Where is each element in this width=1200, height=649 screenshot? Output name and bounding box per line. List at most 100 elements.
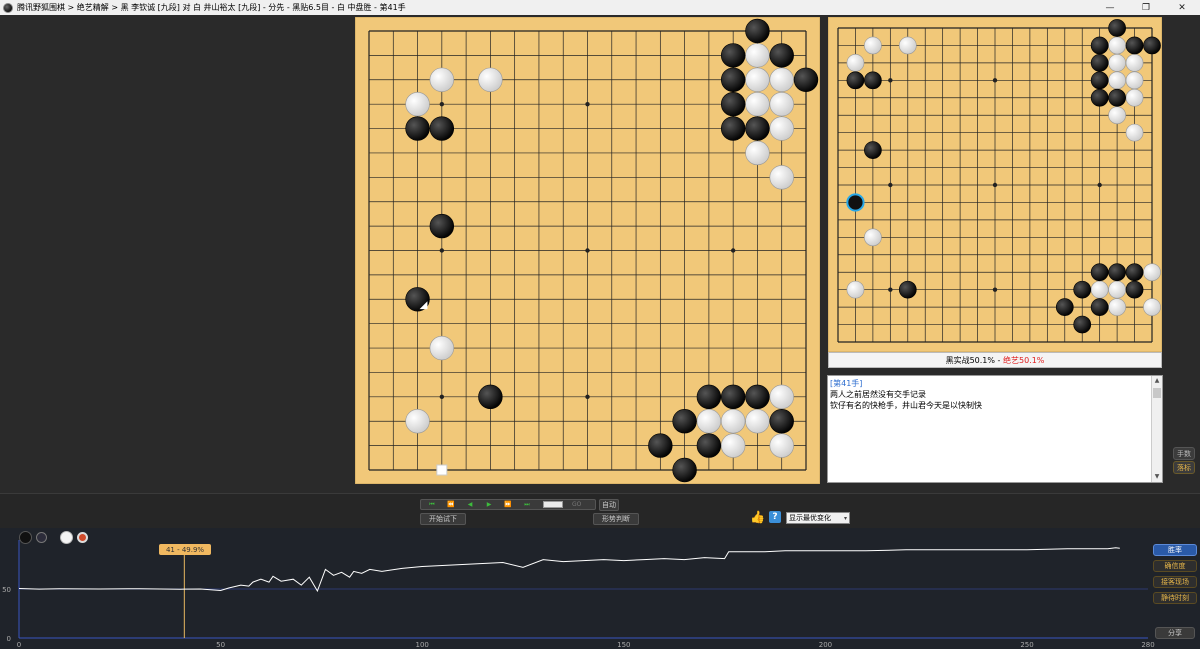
move-navigation[interactable]: ⏮ ⏪ ◀ ▶ ⏩ ⏭ GO — [420, 499, 596, 510]
white-stone — [769, 116, 794, 141]
white-stone — [720, 409, 746, 434]
comment-box[interactable]: [第41手] 两人之前居然没有交手记录 钦仔有名的快枪手，井山君今天是以快制快 … — [827, 375, 1163, 483]
x-tick-label: 200 — [819, 641, 832, 649]
black-stone — [1090, 263, 1109, 282]
y-tick-label: 50 — [2, 586, 11, 594]
thumbs-up-icon[interactable]: 👍 — [750, 510, 765, 524]
confidence-button[interactable]: 确信度 — [1153, 560, 1197, 572]
x-tick-label: 0 — [17, 641, 21, 649]
black-stone — [1073, 315, 1092, 334]
black-stone — [429, 213, 455, 239]
black-stone — [672, 409, 697, 434]
black-stone — [429, 116, 455, 141]
win-rate-button[interactable]: 胜率 — [1153, 544, 1197, 556]
white-stone — [1143, 298, 1161, 316]
main-go-board[interactable] — [355, 17, 820, 484]
comment-scrollbar[interactable]: ▲ ▼ — [1151, 376, 1162, 482]
black-stone — [648, 433, 673, 458]
rewind-icon[interactable]: ⏪ — [446, 500, 456, 509]
white-stone — [1090, 280, 1109, 299]
share-button[interactable]: 分享 — [1155, 627, 1195, 639]
last-move-icon[interactable]: ⏭ — [522, 500, 532, 509]
star-point — [888, 78, 893, 83]
close-button[interactable]: ✕ — [1164, 0, 1200, 15]
suggested-move-marker — [846, 193, 865, 212]
white-stone — [864, 228, 882, 247]
main-board-svg[interactable] — [355, 17, 820, 484]
black-stone — [745, 18, 770, 44]
black-stone — [769, 43, 794, 68]
star-point — [1097, 182, 1102, 188]
app-logo-icon — [3, 2, 13, 13]
star-point — [585, 101, 590, 107]
next-move-icon[interactable]: ▶ — [484, 500, 494, 509]
try-play-button[interactable]: 开始试下 — [420, 513, 466, 525]
black-stone — [1125, 280, 1144, 299]
scroll-thumb[interactable] — [1153, 388, 1161, 398]
prev-move-icon[interactable]: ◀ — [465, 500, 475, 509]
star-point — [888, 182, 893, 188]
comment-line: 两人之前居然没有交手记录 — [830, 390, 926, 399]
fast-forward-icon[interactable]: ⏩ — [503, 500, 513, 509]
black-stone — [793, 67, 819, 92]
variation-select[interactable]: 显示最优变化 ▾ — [786, 512, 850, 524]
white-stone — [720, 433, 746, 458]
black-stone — [720, 91, 746, 117]
scroll-down-icon[interactable]: ▼ — [1152, 472, 1162, 482]
minimize-button[interactable]: — — [1092, 0, 1128, 15]
marker-label: 41 - 49.9% — [159, 544, 211, 555]
star-point — [992, 182, 998, 188]
scroll-up-icon[interactable]: ▲ — [1152, 376, 1162, 386]
white-stone — [429, 335, 455, 361]
white-stone — [405, 409, 430, 434]
star-point — [992, 287, 998, 292]
black-stone — [1090, 54, 1109, 72]
move-numbers-button[interactable]: 手数 — [1173, 447, 1195, 460]
ai-board-svg[interactable] — [828, 17, 1162, 352]
black-stone — [1073, 280, 1092, 299]
black-stone — [1090, 298, 1109, 316]
live-button[interactable]: 接客现场 — [1153, 576, 1197, 588]
black-stone — [864, 71, 882, 90]
white-stone — [696, 409, 722, 434]
star-point — [730, 248, 736, 253]
variation-select-value: 显示最优变化 — [789, 514, 831, 522]
waiting-button[interactable]: 静待时刻 — [1153, 592, 1197, 604]
move-number-input[interactable] — [543, 501, 563, 508]
white-stone — [769, 165, 794, 190]
status-separator: - — [995, 355, 1003, 365]
white-stone — [429, 67, 455, 92]
stone-marks-button[interactable]: 落标 — [1173, 461, 1195, 474]
black-stone — [745, 384, 770, 410]
ai-go-board[interactable] — [828, 17, 1162, 352]
y-tick-label: 0 — [7, 635, 11, 643]
black-stone — [1143, 36, 1161, 55]
maximize-button[interactable]: ❐ — [1128, 0, 1164, 15]
white-stone — [1108, 54, 1126, 72]
x-tick-label: 250 — [1020, 641, 1033, 649]
auto-play-button[interactable]: 自动 — [599, 499, 619, 511]
black-stone — [1090, 36, 1109, 55]
star-point — [992, 78, 998, 83]
black-stone — [1108, 88, 1126, 107]
white-stone — [769, 91, 794, 117]
white-stone — [405, 91, 430, 117]
situation-judge-button[interactable]: 形势判断 — [593, 513, 639, 525]
white-stone — [478, 67, 503, 92]
go-button[interactable]: GO — [572, 501, 581, 508]
white-stone — [745, 140, 770, 166]
white-stone — [769, 67, 794, 92]
comment-move-tag: [第41手] — [830, 379, 863, 388]
black-stone — [478, 384, 503, 410]
black-stone — [720, 384, 746, 410]
win-rate-status: 黑实战50.1% - 绝艺50.1% — [828, 352, 1162, 368]
help-icon[interactable]: ? — [769, 511, 781, 523]
x-tick-label: 150 — [617, 641, 630, 649]
white-stone — [864, 36, 882, 55]
white-stone — [769, 433, 794, 458]
square-marker — [436, 464, 448, 476]
black-stone — [1108, 19, 1126, 37]
first-move-icon[interactable]: ⏮ — [427, 500, 437, 509]
title-bar: 腾讯野狐围棋 > 绝艺精解 > 黑 李钦诚 [九段] 对 白 井山裕太 [九段]… — [0, 0, 1200, 15]
comment-line: 钦仔有名的快枪手，井山君今天是以快制快 — [830, 401, 982, 410]
